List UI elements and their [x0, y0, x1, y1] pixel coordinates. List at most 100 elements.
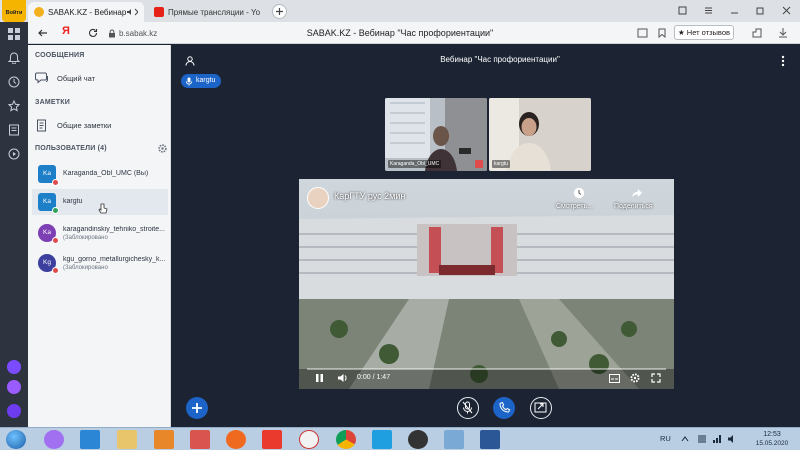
tabs-list-icon[interactable] [678, 6, 687, 15]
presenter-tag: kargtu [181, 74, 222, 88]
taskbar-skype-icon[interactable] [372, 430, 392, 449]
microphone-icon [185, 77, 193, 86]
taskbar-obs-icon[interactable] [408, 430, 428, 449]
taskbar-chrome-icon[interactable] [336, 430, 356, 449]
back-arrow-icon[interactable] [38, 28, 48, 38]
sabak-favicon-icon [34, 7, 44, 17]
taskbar-explorer-folder-icon[interactable] [117, 430, 137, 449]
url-field[interactable]: b.sabak.kz [108, 25, 174, 41]
network-icon[interactable] [712, 434, 722, 444]
speaker-icon[interactable] [727, 434, 737, 444]
taskbar-firefox-icon[interactable] [226, 430, 246, 449]
menu-icon[interactable] [704, 6, 713, 15]
channel-avatar-icon[interactable] [307, 187, 329, 209]
volume-icon[interactable] [337, 373, 349, 383]
user-name: kargtu [63, 198, 83, 205]
notes-section-title: ЗАМЕТКИ [35, 99, 70, 106]
mute-button[interactable] [457, 397, 479, 419]
collections-icon[interactable] [8, 124, 20, 136]
user-name: karagandinskiy_tehniko_stroite... [63, 226, 165, 233]
close-window-icon[interactable] [782, 6, 791, 15]
sound-icon[interactable] [126, 8, 131, 16]
clock-date[interactable]: 15.05.2020 [752, 440, 792, 447]
actions-plus-button[interactable] [186, 397, 208, 419]
bookmark-icon[interactable] [657, 28, 667, 38]
video-play-icon[interactable] [8, 148, 20, 160]
locked-icon [52, 237, 59, 244]
taskbar-internet-explorer-icon[interactable] [80, 430, 100, 449]
windows-start-button[interactable] [6, 430, 26, 449]
bell-icon[interactable] [8, 52, 20, 64]
keyboard-language[interactable]: RU [660, 434, 671, 443]
reader-mode-icon[interactable] [637, 28, 648, 38]
public-chat-label: Общий чат [57, 73, 96, 83]
yandex-logo-icon[interactable]: Я [62, 25, 70, 37]
settings-icon[interactable] [630, 373, 640, 383]
browser-side-strip: Войти [0, 0, 28, 427]
new-tab-icon[interactable] [272, 4, 287, 19]
reviews-badge[interactable]: ★ Нет отзывов [674, 25, 734, 40]
share-arrow-icon[interactable] [631, 188, 643, 198]
user-status: (Заблокировано [63, 265, 108, 271]
more-options-icon[interactable] [781, 55, 785, 67]
video-progress-bar[interactable] [307, 368, 666, 370]
extension-icon[interactable] [752, 27, 762, 38]
assistant-icon[interactable] [7, 404, 21, 418]
tab-youtube-live[interactable]: Прямые трансляции - Yo [148, 2, 266, 22]
windows-taskbar: RU 12:53 15.05.2020 [0, 427, 800, 450]
gear-icon[interactable] [158, 144, 167, 153]
meeting-title: Вебинар "Час профориентации" [440, 55, 560, 64]
microphone-off-icon [462, 401, 473, 414]
star-icon[interactable] [8, 100, 20, 112]
video-title[interactable]: КарГТУ рус 2мин [334, 191, 405, 201]
tab-sabak-webinar[interactable]: SABAK.KZ - Вебинар [28, 2, 144, 22]
user-item-kargtu[interactable]: Ka kargtu [32, 189, 168, 215]
youtube-video-player[interactable]: КарГТУ рус 2мин Смотреть... Поделиться 0… [299, 179, 674, 389]
share-label: Поделиться [614, 203, 653, 210]
messenger-icon[interactable] [7, 380, 21, 394]
subtitles-icon[interactable] [609, 374, 620, 383]
yandex-login-button[interactable]: Войти [2, 0, 26, 22]
pause-icon[interactable] [315, 373, 324, 383]
messages-section-title: СООБЩЕНИЯ [35, 52, 85, 59]
plus-icon [192, 403, 202, 413]
taskbar-yandex-browser-icon[interactable] [299, 430, 319, 449]
tab-label: SABAK.KZ - Вебинар [48, 7, 127, 17]
user-status: (Заблокировано [63, 235, 108, 241]
watch-later-label: Смотреть... [556, 203, 594, 210]
webcam-tile-kargtu[interactable]: kargtu [489, 98, 591, 171]
download-icon[interactable] [778, 27, 788, 38]
taskbar-yandex-icon[interactable] [262, 430, 282, 449]
user-item-kgu-gorno[interactable]: Kg kgu_gorno_metallurgichesky_k... (Забл… [32, 250, 168, 276]
restore-icon[interactable] [756, 6, 765, 15]
address-bar: Я b.sabak.kz SABAK.KZ - Вебинар "Час про… [0, 22, 800, 44]
public-chat-item[interactable]: Общий чат [35, 68, 165, 88]
reload-icon[interactable] [88, 28, 98, 38]
user-item-karaganda-obl-umc[interactable]: Ka Karaganda_Obl_UMC (Вы) [32, 161, 168, 187]
alice-icon[interactable] [7, 360, 21, 374]
audio-phone-button[interactable] [493, 397, 515, 419]
taskbar-window-icon[interactable] [444, 430, 464, 449]
history-icon[interactable] [8, 76, 20, 88]
fullscreen-icon[interactable] [651, 373, 661, 383]
taskbar-word-icon[interactable] [480, 430, 500, 449]
video-time: 0:00 / 1:47 [357, 374, 391, 381]
side-panel: СООБЩЕНИЯ Общий чат ЗАМЕТКИ Общие заметк… [28, 45, 171, 427]
minimize-icon[interactable] [730, 6, 739, 15]
taskbar-media-player-icon[interactable] [154, 430, 174, 449]
screen-share-button[interactable] [530, 397, 552, 419]
webcam-tile-karaganda[interactable]: Karaganda_Obl_UMC [385, 98, 487, 171]
apps-grid-icon[interactable] [8, 28, 20, 40]
user-item-karagandinskiy-tehniko[interactable]: Ka karagandinskiy_tehniko_stroite... (За… [32, 220, 168, 246]
shared-notes-item[interactable]: Общие заметки [35, 115, 165, 135]
watch-later-icon[interactable] [573, 187, 585, 199]
taskbar-alice-icon[interactable] [44, 430, 64, 449]
taskbar-presentation-icon[interactable] [190, 430, 210, 449]
tab-label: Прямые трансляции - Yo [168, 7, 261, 17]
close-tab-icon[interactable] [134, 8, 138, 16]
user-toggle-icon[interactable] [185, 56, 195, 66]
tray-app-icon[interactable] [697, 434, 707, 444]
mic-off-icon [52, 179, 59, 186]
clock-time[interactable]: 12:53 [752, 431, 792, 439]
tray-expand-icon[interactable] [681, 435, 689, 443]
